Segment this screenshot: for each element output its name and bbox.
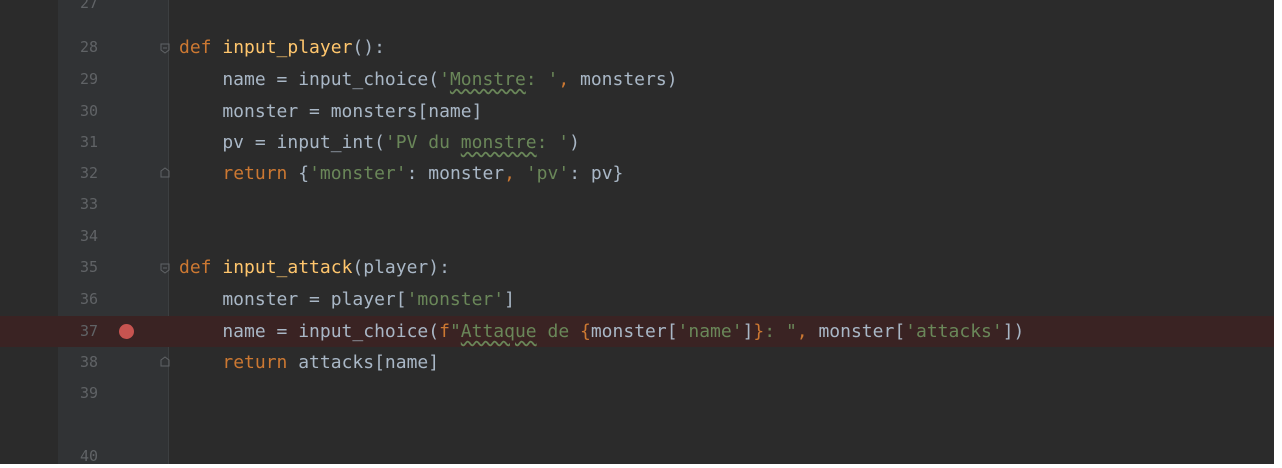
line-number: 37 xyxy=(79,322,98,340)
code-line[interactable]: return attacks[name] xyxy=(169,347,1274,378)
code-line[interactable]: def input_player(): xyxy=(169,32,1274,63)
code-line[interactable] xyxy=(169,221,1274,252)
code-row: 27 xyxy=(0,0,1274,19)
line-number: 28 xyxy=(79,38,98,56)
code-line[interactable] xyxy=(169,189,1274,220)
code-line[interactable]: name = input_choice(f"Attaque de {monste… xyxy=(169,316,1274,347)
code-row: 38 return attacks[name] xyxy=(0,347,1274,378)
line-number: 29 xyxy=(79,70,98,88)
line-number: 38 xyxy=(79,353,98,371)
code-row: 28 def input_player(): xyxy=(0,32,1274,63)
code-row: 31 pv = input_int('PV du monstre: ') xyxy=(0,127,1274,158)
code-line[interactable] xyxy=(169,378,1274,409)
line-number: 30 xyxy=(79,102,98,120)
code-line[interactable]: monster = player['monster'] xyxy=(169,284,1274,315)
breakpoint-icon[interactable] xyxy=(119,324,134,339)
line-number: 39 xyxy=(79,384,98,402)
line-number: 27 xyxy=(79,0,98,12)
line-number: 36 xyxy=(79,290,98,308)
code-line[interactable]: return {'monster': monster, 'pv': pv} xyxy=(169,158,1274,189)
code-row: 40 xyxy=(0,441,1274,464)
code-line[interactable] xyxy=(169,0,1274,19)
code-row: 32 return {'monster': monster, 'pv': pv} xyxy=(0,158,1274,189)
line-number: 32 xyxy=(79,164,98,182)
code-row: 30 monster = monsters[name] xyxy=(0,96,1274,127)
code-row: 34 xyxy=(0,221,1274,252)
code-row: 29 name = input_choice('Monstre: ', mons… xyxy=(0,64,1274,95)
code-row: 35 def input_attack(player): xyxy=(0,252,1274,283)
line-number: 34 xyxy=(79,227,98,245)
line-number: 35 xyxy=(79,258,98,276)
line-number: 33 xyxy=(79,195,98,213)
code-line[interactable]: pv = input_int('PV du monstre: ') xyxy=(169,127,1274,158)
line-number: 31 xyxy=(79,133,98,151)
code-row-breakpoint: 37 name = input_choice(f"Attaque de {mon… xyxy=(0,316,1274,347)
code-row: 39 xyxy=(0,378,1274,409)
line-number: 40 xyxy=(79,447,98,464)
code-row: 33 xyxy=(0,189,1274,220)
code-line[interactable]: monster = monsters[name] xyxy=(169,96,1274,127)
code-editor[interactable]: 27 28 def input_player(): 29 name = inpu… xyxy=(0,0,1274,464)
code-row: 36 monster = player['monster'] xyxy=(0,284,1274,315)
code-line[interactable] xyxy=(169,441,1274,464)
code-line[interactable]: name = input_choice('Monstre: ', monster… xyxy=(169,64,1274,95)
code-line[interactable]: def input_attack(player): xyxy=(169,252,1274,283)
